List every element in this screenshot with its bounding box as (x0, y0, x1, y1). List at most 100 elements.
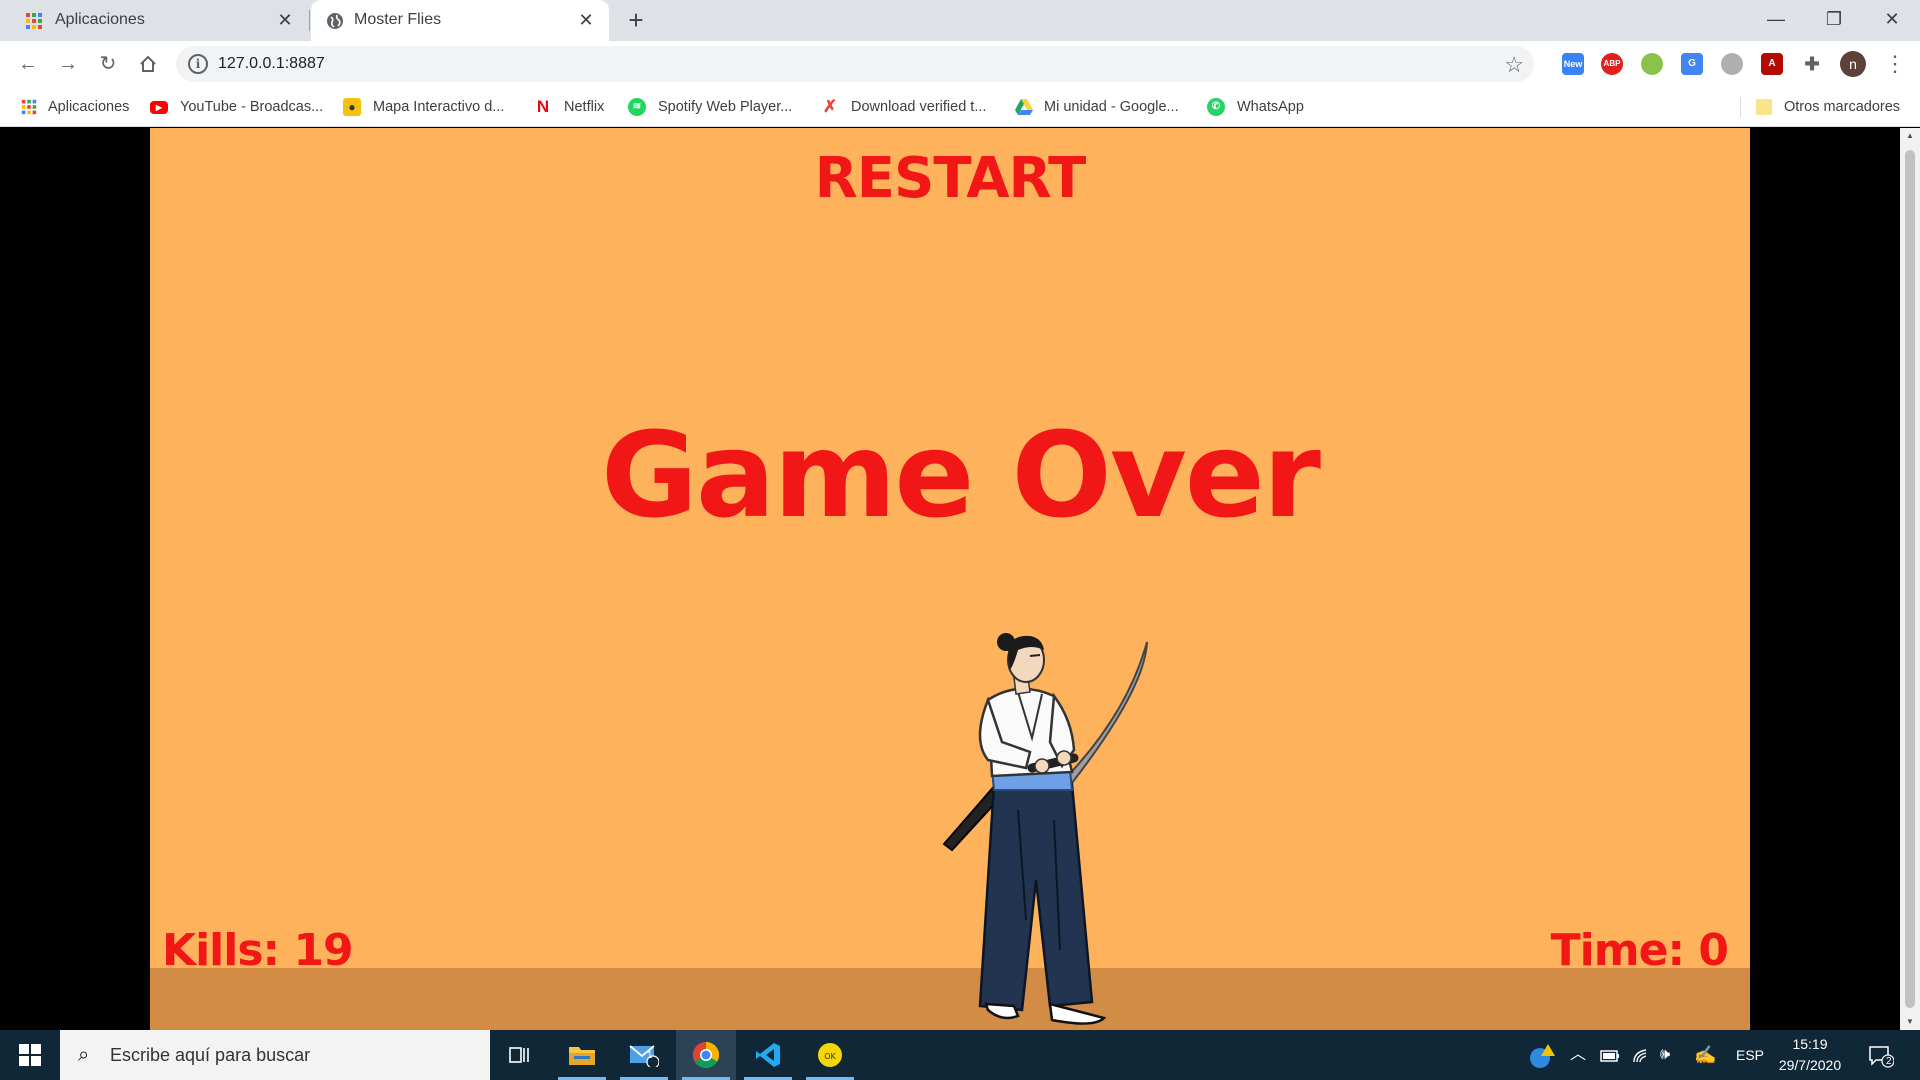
url-text[interactable]: 127.0.0.1:8887 (218, 55, 325, 73)
chrome-button[interactable] (676, 1030, 736, 1080)
apps-grid-icon (21, 99, 37, 115)
vscode-button[interactable] (738, 1030, 798, 1080)
new-extension-icon[interactable]: New (1562, 53, 1584, 75)
bookmark-label: Otros marcadores (1784, 99, 1901, 115)
forward-button[interactable]: → (54, 50, 82, 78)
tab-moster-flies[interactable]: Moster Flies ✕ (311, 0, 609, 41)
bookmark-label: WhatsApp (1237, 99, 1304, 115)
scroll-up-icon[interactable]: ▲ (1900, 128, 1920, 144)
site-info-icon[interactable]: i (188, 54, 208, 74)
browser-tab-strip: Aplicaciones ✕ Moster Flies ✕ + — ❐ ✕ (0, 0, 1920, 41)
youtube-icon: ▶ (150, 100, 168, 114)
translate-icon[interactable]: G (1681, 53, 1703, 75)
bookmarks-bar: Aplicaciones ▶ YouTube - Broadcas... ● M… (0, 87, 1920, 127)
windows-taskbar: ⌕ Escribe aquí para buscar 1 OK ︿ 🕪 ✍ ES… (0, 1030, 1920, 1080)
back-button[interactable]: ← (14, 50, 42, 78)
bookmark-label: Netflix (564, 99, 605, 115)
close-window-button[interactable]: ✕ (1864, 0, 1920, 38)
puzzle-icon[interactable]: ✚ (1801, 53, 1823, 75)
adblock-label: ABP (1603, 59, 1621, 68)
start-button[interactable] (0, 1030, 60, 1080)
mail-button[interactable]: 1 (614, 1030, 674, 1080)
bookmark-label: Mi unidad - Google... (1044, 99, 1179, 115)
action-center-button[interactable]: 2 (1868, 1030, 1895, 1080)
battery-icon[interactable] (1600, 1030, 1620, 1080)
ok-app-icon: OK (818, 1043, 842, 1067)
x-icon: ✗ (822, 97, 838, 116)
ok-app-button[interactable]: OK (800, 1030, 860, 1080)
bookmark-label: Download verified t... (851, 99, 987, 115)
mail-icon (629, 1045, 659, 1067)
globe-icon (327, 13, 343, 29)
kills-counter: Kills: 19 (162, 925, 354, 976)
svg-text:OK: OK (824, 1052, 836, 1061)
netflix-icon: N (536, 97, 550, 116)
acrobat-icon[interactable]: A (1761, 53, 1783, 75)
taskbar-search[interactable]: ⌕ Escribe aquí para buscar (60, 1030, 490, 1080)
home-icon (140, 55, 156, 72)
address-bar[interactable]: i 127.0.0.1:8887 ☆ (176, 46, 1534, 82)
bookmark-label: Aplicaciones (48, 99, 130, 115)
clock-time: 15:19 (1792, 1036, 1828, 1052)
chevron-up-icon[interactable]: ︿ (1570, 1030, 1586, 1080)
home-button[interactable] (134, 50, 162, 78)
reload-icon: ↻ (99, 53, 117, 75)
drive-icon (1015, 99, 1033, 115)
close-tab-icon[interactable]: ✕ (575, 9, 597, 31)
bookmark-netflix[interactable]: N Netflix (536, 96, 604, 118)
extension-badge: New (1563, 59, 1583, 69)
bookmark-label: Spotify Web Player... (658, 99, 793, 115)
scroll-down-icon[interactable]: ▼ (1900, 1014, 1920, 1030)
browser-menu-icon[interactable]: ⋮ (1884, 50, 1906, 78)
restore-button[interactable]: ❐ (1806, 0, 1862, 38)
minimize-button[interactable]: — (1748, 0, 1804, 38)
compass-icon[interactable] (1721, 53, 1743, 75)
search-icon: ⌕ (78, 1044, 90, 1066)
language-indicator[interactable]: ESP (1736, 1030, 1764, 1080)
folder-icon (1756, 99, 1772, 115)
file-explorer-button[interactable] (552, 1030, 612, 1080)
profile-avatar[interactable]: n (1840, 51, 1866, 77)
whatsapp-icon: ✆ (1207, 98, 1225, 116)
task-view-button[interactable] (490, 1030, 550, 1080)
tab-aplicaciones[interactable]: Aplicaciones ✕ (0, 0, 308, 41)
bookmark-label: YouTube - Broadcas... (180, 99, 324, 115)
bookmark-mapa[interactable]: ● Mapa Interactivo d... (343, 96, 504, 118)
file-explorer-icon (569, 1047, 595, 1065)
page-scrollbar[interactable]: ▲ ▼ (1900, 128, 1920, 1030)
clock-date: 29/7/2020 (1778, 1057, 1842, 1073)
vscode-icon (756, 1043, 780, 1067)
adblock-icon[interactable]: ABP (1601, 53, 1623, 75)
spotify-icon: ≋ (628, 98, 646, 116)
bookmark-aplicaciones[interactable]: Aplicaciones (20, 96, 129, 118)
page-viewport: RESTART Game Over Kills: 19 Time: 0 ▲ ▼ (0, 128, 1920, 1030)
bookmark-star-icon[interactable]: ☆ (1504, 52, 1524, 78)
game-canvas[interactable]: RESTART Game Over Kills: 19 Time: 0 (150, 128, 1750, 1030)
other-bookmarks-folder[interactable]: Otros marcadores (1756, 96, 1900, 118)
task-view-icon (509, 1047, 529, 1063)
bookmark-youtube[interactable]: ▶ YouTube - Broadcas... (150, 96, 323, 118)
bookmark-whatsapp[interactable]: ✆ WhatsApp (1207, 96, 1304, 118)
time-counter: Time: 0 (1550, 925, 1729, 976)
new-tab-button[interactable]: + (622, 6, 650, 34)
green-extension-icon[interactable] (1641, 53, 1663, 75)
arrow-right-icon: → (58, 53, 78, 75)
close-tab-icon[interactable]: ✕ (274, 9, 296, 31)
wifi-icon[interactable] (1632, 1030, 1650, 1080)
search-placeholder: Escribe aquí para buscar (110, 1045, 311, 1065)
chrome-icon (692, 1041, 720, 1069)
restart-button[interactable]: RESTART (150, 146, 1750, 211)
update-alert-icon[interactable] (1528, 1030, 1556, 1080)
bookmark-spotify[interactable]: ≋ Spotify Web Player... (628, 96, 792, 118)
bookmark-drive[interactable]: Mi unidad - Google... (1014, 96, 1179, 118)
volume-icon[interactable]: 🕪 (1660, 1030, 1670, 1080)
reload-button[interactable]: ↻ (94, 50, 122, 78)
pen-icon[interactable]: ✍ (1694, 1030, 1716, 1080)
tab-title: Aplicaciones (55, 11, 145, 28)
windows-logo-icon (19, 1044, 41, 1066)
scrollbar-thumb[interactable] (1905, 150, 1915, 1008)
game-over-title: Game Over (600, 406, 1321, 544)
bookmark-download[interactable]: ✗ Download verified t... (821, 96, 987, 118)
taskbar-clock[interactable]: 15:19 29/7/2020 (1770, 1034, 1850, 1076)
samurai-character (942, 633, 1148, 1025)
